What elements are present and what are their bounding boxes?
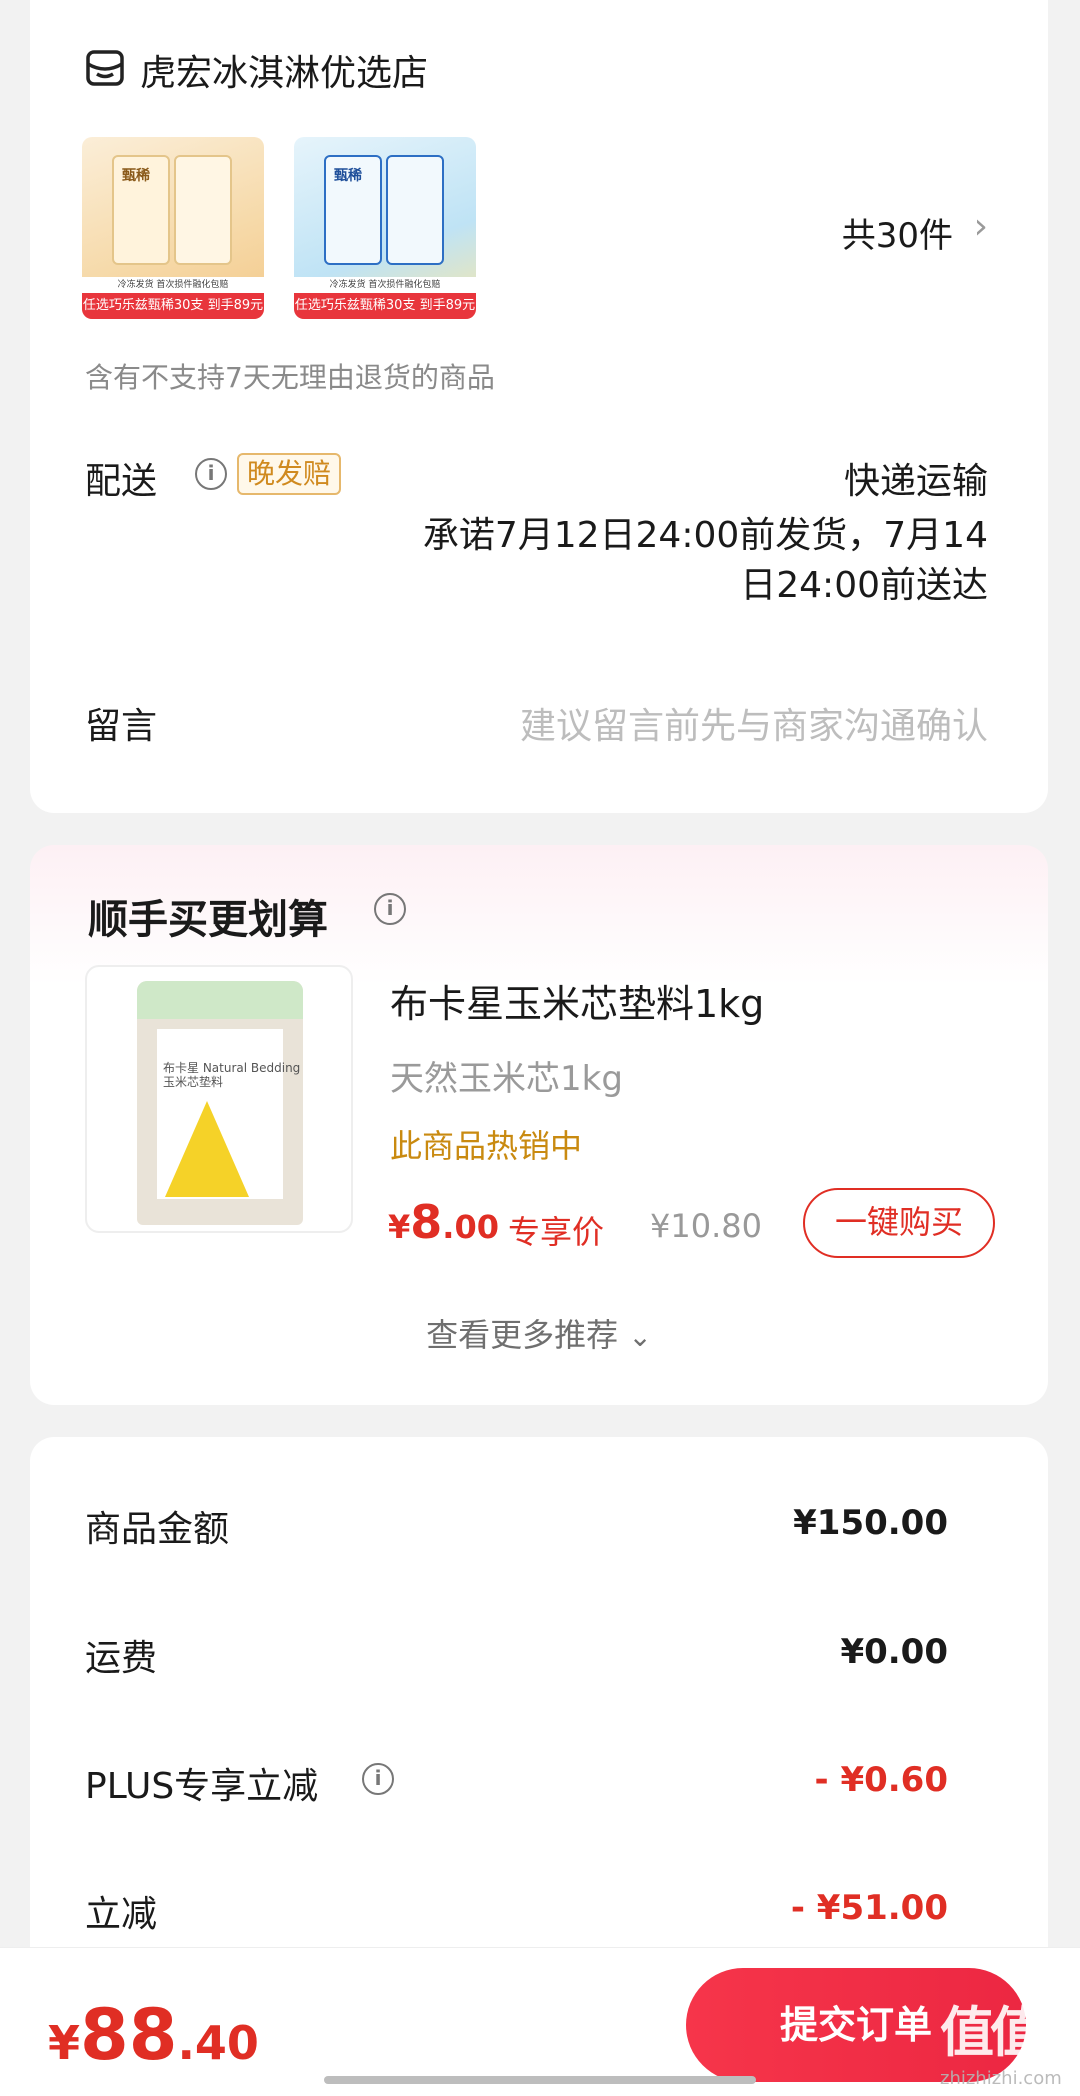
- total-integer: 88: [80, 1994, 178, 2076]
- thumb-banner: 任选巧乐兹甄稀30支 到手89元: [294, 293, 476, 319]
- recommendation-title: 顺手买更划算: [88, 897, 328, 943]
- chevron-right-icon[interactable]: ›: [974, 206, 988, 247]
- message-label: 留言: [85, 706, 158, 747]
- price-decimal: .00: [442, 1208, 499, 1246]
- delivery-promise: 日24:00前送达: [740, 565, 988, 606]
- recommendation-card: 顺手买更划算 i 布卡星 Natural Bedding 玉米芯垫料 布卡星玉米…: [30, 845, 1048, 1405]
- product-image[interactable]: 布卡星 Natural Bedding 玉米芯垫料: [85, 965, 353, 1233]
- summary-value: - ¥0.60: [814, 1760, 949, 1800]
- summary-label: 商品金额: [85, 1509, 230, 1550]
- product-pack-image: [174, 155, 232, 265]
- summary-label: 运费: [85, 1638, 158, 1679]
- product-price: ¥8.00: [388, 1195, 499, 1249]
- product-name[interactable]: 布卡星玉米芯垫料1kg: [390, 973, 764, 1028]
- product-thumbnail[interactable]: 甄稀 冷冻发货 首次损件融化包赔 任选巧乐兹甄稀30支 到手89元: [82, 137, 264, 319]
- late-compensation-tag: 晚发赔: [237, 453, 342, 495]
- delivery-method[interactable]: 快递运输: [844, 452, 988, 504]
- info-icon[interactable]: i: [195, 458, 227, 490]
- summary-value: ¥0.00: [840, 1632, 948, 1672]
- item-count[interactable]: 共30件: [842, 208, 953, 257]
- store-name[interactable]: 虎宏冰淇淋优选店: [140, 44, 428, 96]
- info-icon[interactable]: i: [374, 893, 406, 925]
- hot-sale-label: 此商品热销中: [390, 1127, 583, 1165]
- summary-label: 立减: [85, 1894, 158, 1935]
- summary-value: - ¥51.00: [790, 1888, 948, 1928]
- return-notice: 含有不支持7天无理由退货的商品: [85, 361, 495, 394]
- summary-label: PLUS专享立减: [85, 1766, 319, 1807]
- product-spec: 天然玉米芯1kg: [390, 1059, 623, 1099]
- total-currency: ¥: [48, 2016, 81, 2070]
- total-price: ¥88.40: [48, 1994, 259, 2076]
- brand-label: 甄稀: [334, 168, 362, 184]
- product-pack-image: [386, 155, 444, 265]
- price-integer: 8: [410, 1195, 443, 1249]
- thumb-banner: 任选巧乐兹甄稀30支 到手89元: [82, 293, 264, 319]
- product-bag-image: 布卡星 Natural Bedding 玉米芯垫料: [137, 981, 303, 1225]
- info-icon[interactable]: i: [362, 1763, 394, 1795]
- home-indicator[interactable]: [324, 2076, 756, 2084]
- total-decimal: .40: [177, 2016, 259, 2070]
- chevron-down-icon: ⌄: [628, 1320, 652, 1353]
- price-currency: ¥: [388, 1208, 411, 1246]
- product-thumbnail[interactable]: 甄稀 冷冻发货 首次损件融化包赔 任选巧乐兹甄稀30支 到手89元: [294, 137, 476, 319]
- one-click-buy-button[interactable]: 一键购买: [803, 1188, 995, 1258]
- message-input[interactable]: 建议留言前先与商家沟通确认: [520, 697, 988, 749]
- summary-value: ¥150.00: [793, 1503, 948, 1543]
- original-price: ¥10.80: [650, 1207, 762, 1245]
- product-image-text: 布卡星 Natural Bedding 玉米芯垫料: [163, 1061, 301, 1089]
- checkout-bar: ¥88.40 提交订单: [0, 1947, 1080, 2096]
- delivery-promise: 承诺7月12日24:00前发货，7月14: [422, 515, 988, 556]
- store-icon: [85, 48, 125, 88]
- thumb-subline: 冷冻发货 首次损件融化包赔: [294, 277, 476, 293]
- watermark-site: zhizhizhi.com: [940, 2068, 1062, 2089]
- see-more-label: 查看更多推荐: [426, 1316, 619, 1354]
- delivery-label: 配送: [85, 461, 158, 502]
- see-more-recommendations[interactable]: 查看更多推荐 ⌄: [30, 1310, 1048, 1356]
- exclusive-price-label: 专享价: [508, 1213, 605, 1251]
- store-card: 虎宏冰淇淋优选店 甄稀 冷冻发货 首次损件融化包赔 任选巧乐兹甄稀30支 到手8…: [30, 0, 1048, 813]
- thumb-subline: 冷冻发货 首次损件融化包赔: [82, 277, 264, 293]
- brand-label: 甄稀: [122, 168, 150, 184]
